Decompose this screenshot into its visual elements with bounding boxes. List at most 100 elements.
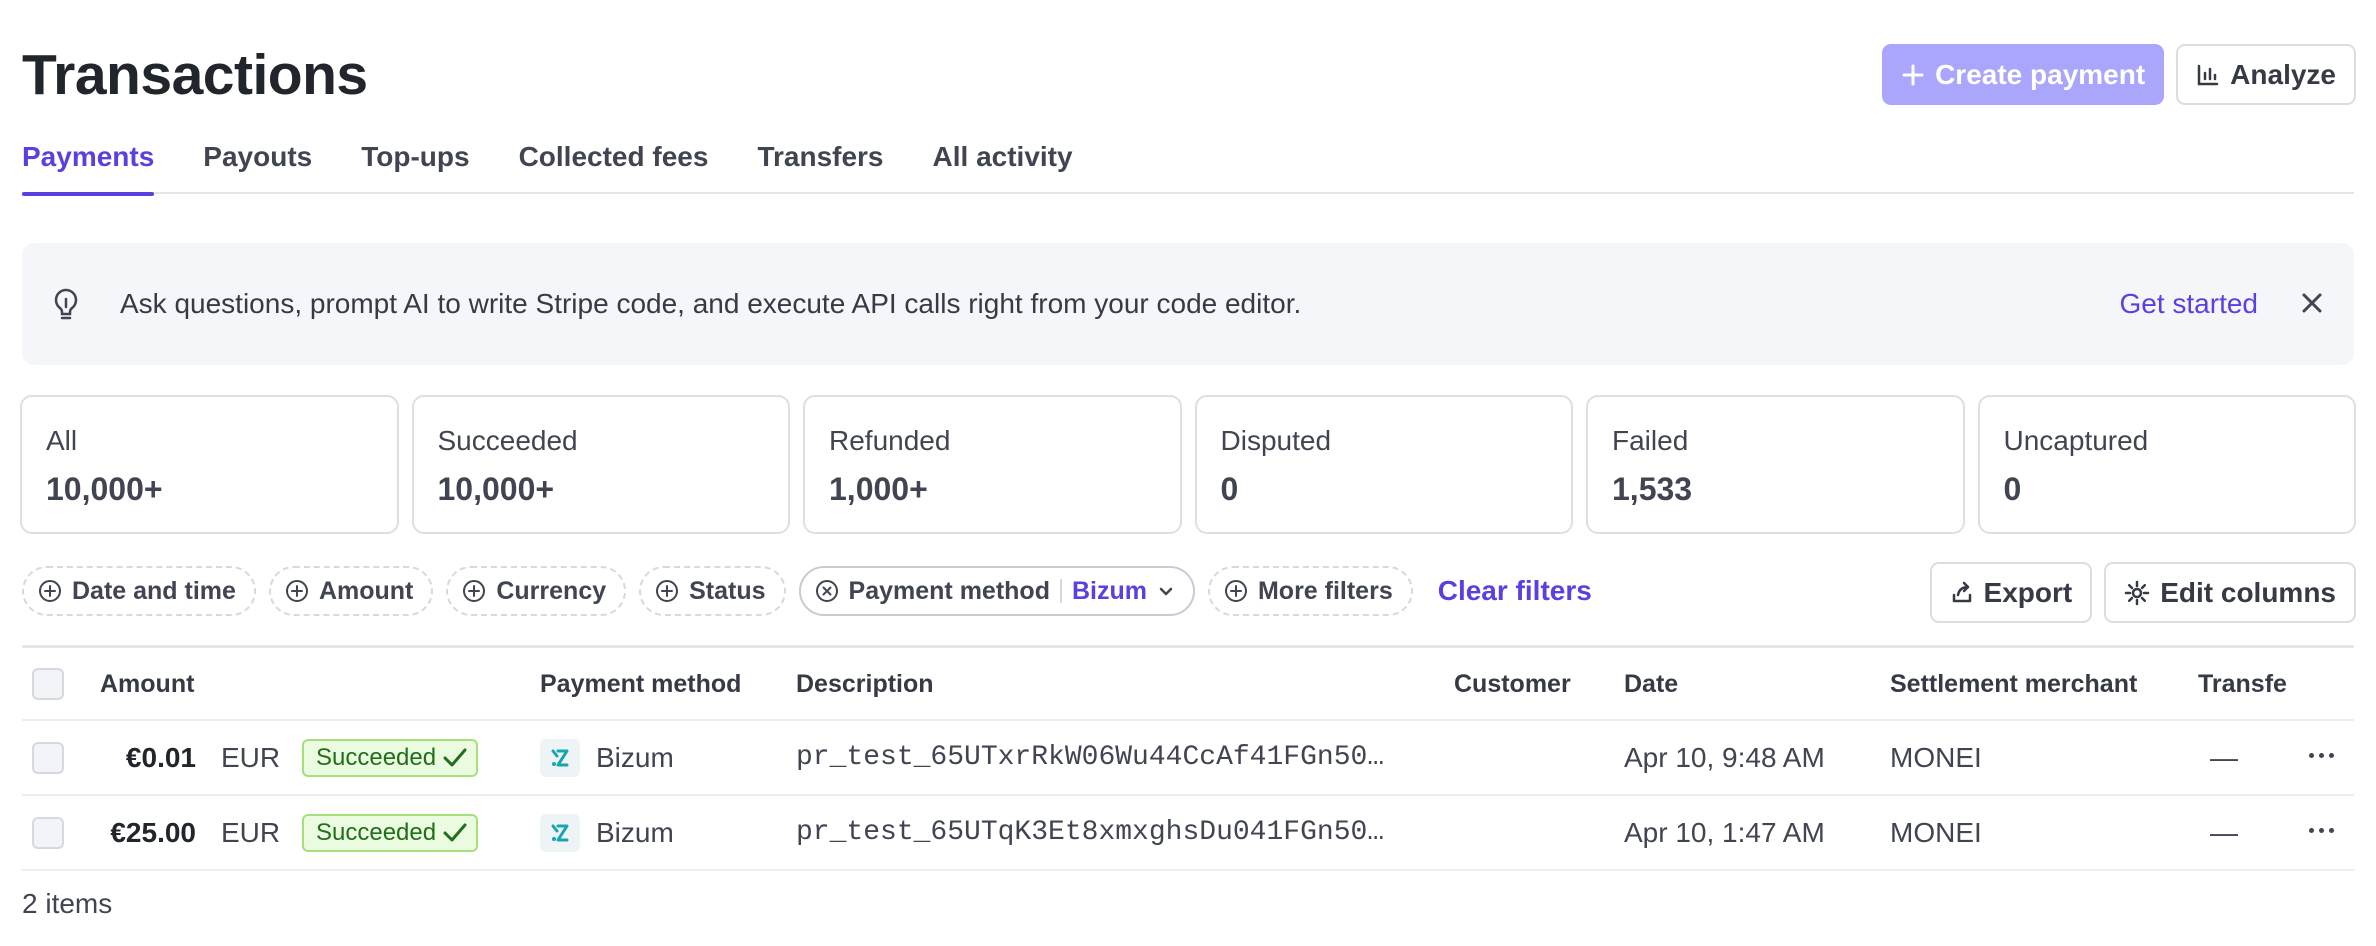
card-succeeded[interactable]: Succeeded 10,000+ bbox=[411, 395, 790, 534]
table-row[interactable]: €25.00 EUR Succeeded Bizum pr_test_65UTq… bbox=[22, 796, 2354, 871]
filter-currency[interactable]: Currency bbox=[446, 566, 627, 616]
col-amount[interactable]: Amount bbox=[100, 648, 194, 720]
plus-circle-icon bbox=[1224, 580, 1247, 602]
tab-top-ups[interactable]: Top-ups bbox=[361, 132, 469, 194]
row-date: Apr 10, 9:48 AM bbox=[1624, 742, 1825, 773]
row-checkbox[interactable] bbox=[32, 742, 64, 774]
card-failed[interactable]: Failed 1,533 bbox=[1586, 395, 1965, 534]
plus-circle-icon bbox=[463, 580, 486, 602]
row-date: Apr 10, 1:47 AM bbox=[1624, 817, 1825, 848]
bizum-icon bbox=[540, 814, 580, 852]
edit-columns-label: Edit columns bbox=[2160, 576, 2336, 608]
filter-amount[interactable]: Amount bbox=[268, 566, 434, 616]
page-header: Transactions Create payment Analyze bbox=[22, 40, 2356, 110]
tab-payments[interactable]: Payments bbox=[22, 132, 155, 196]
close-icon[interactable] bbox=[2300, 291, 2324, 315]
chevron-down-icon bbox=[1159, 587, 1173, 596]
row-currency: EUR bbox=[221, 742, 281, 773]
row-checkbox[interactable] bbox=[32, 817, 64, 849]
card-label: Refunded bbox=[829, 425, 951, 456]
row-transfer: — bbox=[2210, 817, 2238, 848]
filter-more-filters[interactable]: More filters bbox=[1207, 566, 1413, 616]
col-payment-method[interactable]: Payment method bbox=[540, 648, 741, 720]
tab-payouts[interactable]: Payouts bbox=[203, 132, 312, 194]
status-badge: Succeeded bbox=[302, 814, 479, 852]
tab-transfers[interactable]: Transfers bbox=[757, 132, 883, 194]
card-value: 0 bbox=[1220, 471, 1239, 507]
col-date[interactable]: Date bbox=[1624, 648, 1678, 720]
item-count: 2 items bbox=[22, 888, 113, 919]
col-transfer[interactable]: Transfe bbox=[2198, 648, 2304, 720]
create-payment-label: Create payment bbox=[1935, 58, 2146, 90]
row-description: pr_test_65UTqK3Et8xmxghsDu041FGn50… bbox=[796, 817, 1385, 848]
export-label: Export bbox=[1983, 576, 2073, 608]
select-all-checkbox[interactable] bbox=[32, 668, 64, 700]
transaction-tabs: Payments Payouts Top-ups Collected fees … bbox=[22, 132, 2354, 196]
plus-circle-icon bbox=[656, 580, 679, 602]
card-label: Failed bbox=[1612, 425, 1689, 456]
more-actions-icon[interactable] bbox=[2309, 828, 2334, 833]
chip-separator bbox=[1059, 579, 1062, 603]
filter-bar: Date and time Amount Currency Status Pay… bbox=[22, 562, 2356, 623]
table-row[interactable]: €0.01 EUR Succeeded Bizum pr_test_65UTxr… bbox=[22, 721, 2354, 796]
filter-date-and-time[interactable]: Date and time bbox=[22, 566, 256, 616]
status-label: Succeeded bbox=[316, 819, 437, 846]
get-started-link[interactable]: Get started bbox=[2119, 243, 2258, 365]
card-value: 10,000+ bbox=[46, 471, 163, 507]
bar-chart-icon bbox=[2197, 64, 2219, 85]
card-uncaptured[interactable]: Uncaptured 0 bbox=[1977, 395, 2356, 534]
export-icon bbox=[1952, 581, 1971, 602]
card-label: Uncaptured bbox=[2003, 425, 2149, 456]
filter-label: More filters bbox=[1257, 576, 1393, 605]
card-all[interactable]: All 10,000+ bbox=[20, 395, 399, 534]
row-description: pr_test_65UTxrRkW06Wu44CcAf41FGn50… bbox=[796, 742, 1385, 773]
filter-label: Currency bbox=[496, 576, 607, 605]
more-actions-icon[interactable] bbox=[2309, 753, 2334, 758]
create-payment-button[interactable]: Create payment bbox=[1882, 44, 2165, 105]
analyze-label: Analyze bbox=[2230, 58, 2336, 90]
tab-collected-fees[interactable]: Collected fees bbox=[519, 132, 709, 194]
remove-circle-icon[interactable] bbox=[815, 579, 839, 603]
header-actions: Create payment Analyze bbox=[1882, 44, 2356, 105]
row-currency: EUR bbox=[221, 817, 281, 848]
page-title: Transactions bbox=[22, 43, 368, 107]
filter-label: Status bbox=[689, 576, 766, 605]
card-label: All bbox=[46, 425, 78, 456]
bizum-icon bbox=[540, 739, 580, 777]
filter-payment-method[interactable]: Payment method Bizum bbox=[798, 566, 1195, 616]
export-button[interactable]: Export bbox=[1929, 562, 2093, 623]
card-value: 1,000+ bbox=[829, 471, 928, 507]
checkmark-icon bbox=[443, 823, 467, 842]
table-header: Amount Payment method Description Custom… bbox=[22, 645, 2354, 721]
filter-value: Bizum bbox=[1071, 576, 1147, 605]
tab-all-activity[interactable]: All activity bbox=[933, 132, 1073, 194]
col-description[interactable]: Description bbox=[796, 648, 934, 720]
card-value: 0 bbox=[2003, 471, 2022, 507]
gear-icon bbox=[2124, 580, 2150, 605]
filter-status[interactable]: Status bbox=[639, 566, 786, 616]
card-refunded[interactable]: Refunded 1,000+ bbox=[803, 395, 1182, 534]
edit-columns-button[interactable]: Edit columns bbox=[2104, 562, 2356, 623]
row-merchant: MONEI bbox=[1890, 742, 1982, 773]
plus-circle-icon bbox=[39, 580, 61, 602]
row-merchant: MONEI bbox=[1890, 817, 1982, 848]
col-settlement-merchant[interactable]: Settlement merchant bbox=[1890, 648, 2137, 720]
card-value: 10,000+ bbox=[437, 471, 555, 507]
ai-banner: Ask questions, prompt AI to write Stripe… bbox=[22, 243, 2354, 365]
checkmark-icon bbox=[443, 748, 467, 767]
plus-circle-icon bbox=[285, 580, 308, 602]
clear-filters-link[interactable]: Clear filters bbox=[1438, 575, 1592, 607]
analyze-button[interactable]: Analyze bbox=[2176, 44, 2356, 105]
row-amount: €25.00 bbox=[110, 817, 196, 848]
filter-chips: Date and time Amount Currency Status Pay… bbox=[22, 566, 1592, 616]
row-payment-method: Bizum bbox=[596, 742, 674, 773]
row-transfer: — bbox=[2210, 742, 2238, 773]
status-label: Succeeded bbox=[316, 744, 437, 771]
status-badge: Succeeded bbox=[302, 739, 479, 777]
filter-label: Date and time bbox=[72, 576, 236, 605]
card-value: 1,533 bbox=[1612, 471, 1693, 507]
col-customer[interactable]: Customer bbox=[1454, 648, 1571, 720]
filter-label: Amount bbox=[318, 576, 414, 605]
card-disputed[interactable]: Disputed 0 bbox=[1194, 395, 1573, 534]
status-cards: All 10,000+ Succeeded 10,000+ Refunded 1… bbox=[20, 395, 2356, 534]
